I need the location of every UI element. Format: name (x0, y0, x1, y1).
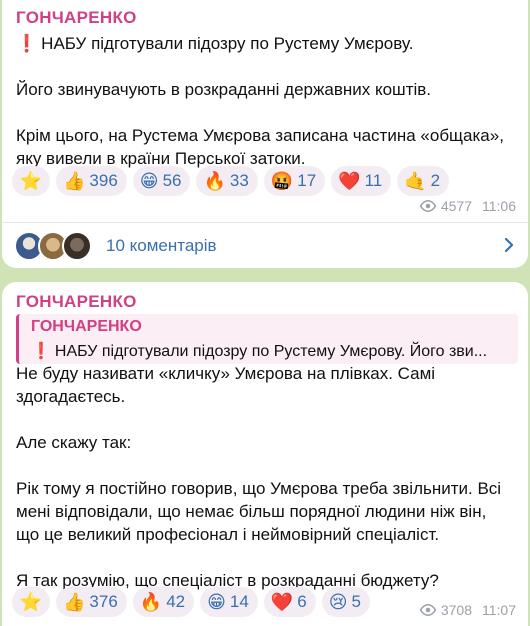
commenter-avatars (14, 230, 94, 261)
post-meta: 3708 11:07 (419, 602, 516, 618)
reaction-count: 2 (430, 171, 441, 190)
heart-icon: ❤️ (270, 592, 294, 612)
eye-icon (419, 603, 437, 617)
reaction-call-me[interactable]: 🤙 2 (397, 166, 450, 196)
thumbs-up-icon: 👍 (63, 592, 86, 612)
sender-name[interactable]: ГОНЧАРЕНКО (16, 8, 137, 28)
cursing-face-icon: 🤬 (270, 171, 294, 191)
reaction-count: 17 (297, 171, 317, 190)
post-paragraph: Його звинувачують в розкраданні державни… (16, 80, 432, 99)
star-icon: ⭐ (19, 171, 43, 191)
reaction-grin[interactable]: 😁 14 (200, 587, 258, 617)
view-count: 4577 (440, 198, 472, 214)
quote-sender: ГОНЧАРЕНКО (31, 318, 142, 335)
channel-post: ГОНЧАРЕНКО ГОНЧАРЕНКО ❗ НАБУ підготували … (2, 282, 528, 626)
heart-icon: ❤️ (338, 171, 361, 191)
view-count: 3708 (440, 602, 472, 618)
exclamation-icon: ❗ (31, 343, 51, 360)
comments-link[interactable]: 10 коментарів (2, 223, 528, 268)
reaction-count: 6 (297, 592, 307, 611)
reaction-heart[interactable]: ❤️ 6 (263, 587, 316, 617)
reaction-cursing[interactable]: 🤬 17 (263, 166, 326, 196)
eye-icon (419, 199, 437, 213)
reply-quote[interactable]: ГОНЧАРЕНКО ❗ НАБУ підготували підозру по … (16, 314, 518, 364)
post-paragraph: Крім цього, на Рустема Умєрова записана … (16, 126, 504, 168)
post-paragraph: ❗ НАБУ підготували підозру по Рустему Умє… (16, 34, 414, 53)
post-text: ❗ НАБУ підготували підозру по Рустему Умє… (16, 32, 514, 170)
reaction-thumbs-up[interactable]: 👍 396 (56, 166, 127, 196)
reaction-count: 14 (229, 592, 249, 611)
reaction-grin[interactable]: 😁 56 (132, 166, 191, 196)
post-text: Не буду називати «кличку» Умєрова на плі… (16, 362, 514, 592)
post-paragraph: Не буду називати «кличку» Умєрова на плі… (16, 364, 436, 406)
fire-icon: 🔥 (139, 592, 163, 612)
reaction-star[interactable]: ⭐ (12, 166, 50, 196)
reaction-count: 42 (166, 592, 186, 611)
post-meta: 4577 11:06 (419, 198, 516, 214)
call-me-hand-icon: 🤙 (404, 171, 427, 191)
reaction-count: 11 (364, 171, 383, 190)
exclamation-icon: ❗ (16, 34, 38, 53)
reaction-fire[interactable]: 🔥 42 (132, 587, 195, 617)
post-time: 11:07 (482, 602, 516, 618)
avatar (62, 230, 92, 261)
reaction-fire[interactable]: 🔥 33 (196, 166, 258, 196)
reaction-count: 5 (351, 592, 361, 611)
grin-icon: 😁 (139, 171, 159, 191)
reaction-count: 376 (89, 592, 118, 611)
thumbs-up-icon: 👍 (63, 171, 86, 191)
post-paragraph: Але скажу так: (16, 433, 132, 452)
reaction-count: 33 (229, 171, 249, 190)
reaction-crying[interactable]: 😢 5 (321, 587, 370, 617)
chevron-right-icon (504, 237, 514, 253)
reaction-star[interactable]: ⭐ (12, 587, 50, 617)
reactions-bar: ⭐ 👍 376 🔥 42 😁 14 ❤️ 6 😢 5 (12, 587, 370, 617)
reaction-heart[interactable]: ❤️ 11 (331, 166, 392, 196)
sender-name[interactable]: ГОНЧАРЕНКО (16, 292, 137, 312)
reaction-count: 56 (162, 171, 182, 190)
fire-icon: 🔥 (203, 171, 226, 191)
reactions-bar: ⭐ 👍 396 😁 56 🔥 33 🤬 17 ❤️ 11 🤙 2 (12, 166, 450, 196)
channel-post: ГОНЧАРЕНКО ❗ НАБУ підготували підозру по … (2, 0, 528, 268)
reaction-thumbs-up[interactable]: 👍 376 (56, 587, 127, 617)
post-time: 11:06 (482, 198, 516, 214)
post-paragraph: Рік тому я постійно говорив, що Умєрова … (16, 479, 502, 544)
star-icon: ⭐ (19, 592, 43, 612)
comments-label: 10 коментарів (106, 235, 217, 255)
reaction-count: 396 (89, 171, 118, 190)
crying-face-icon: 😢 (328, 592, 348, 612)
grin-icon: 😁 (207, 592, 226, 612)
quote-text: ❗ НАБУ підготували підозру по Рустему Умє… (31, 343, 488, 360)
